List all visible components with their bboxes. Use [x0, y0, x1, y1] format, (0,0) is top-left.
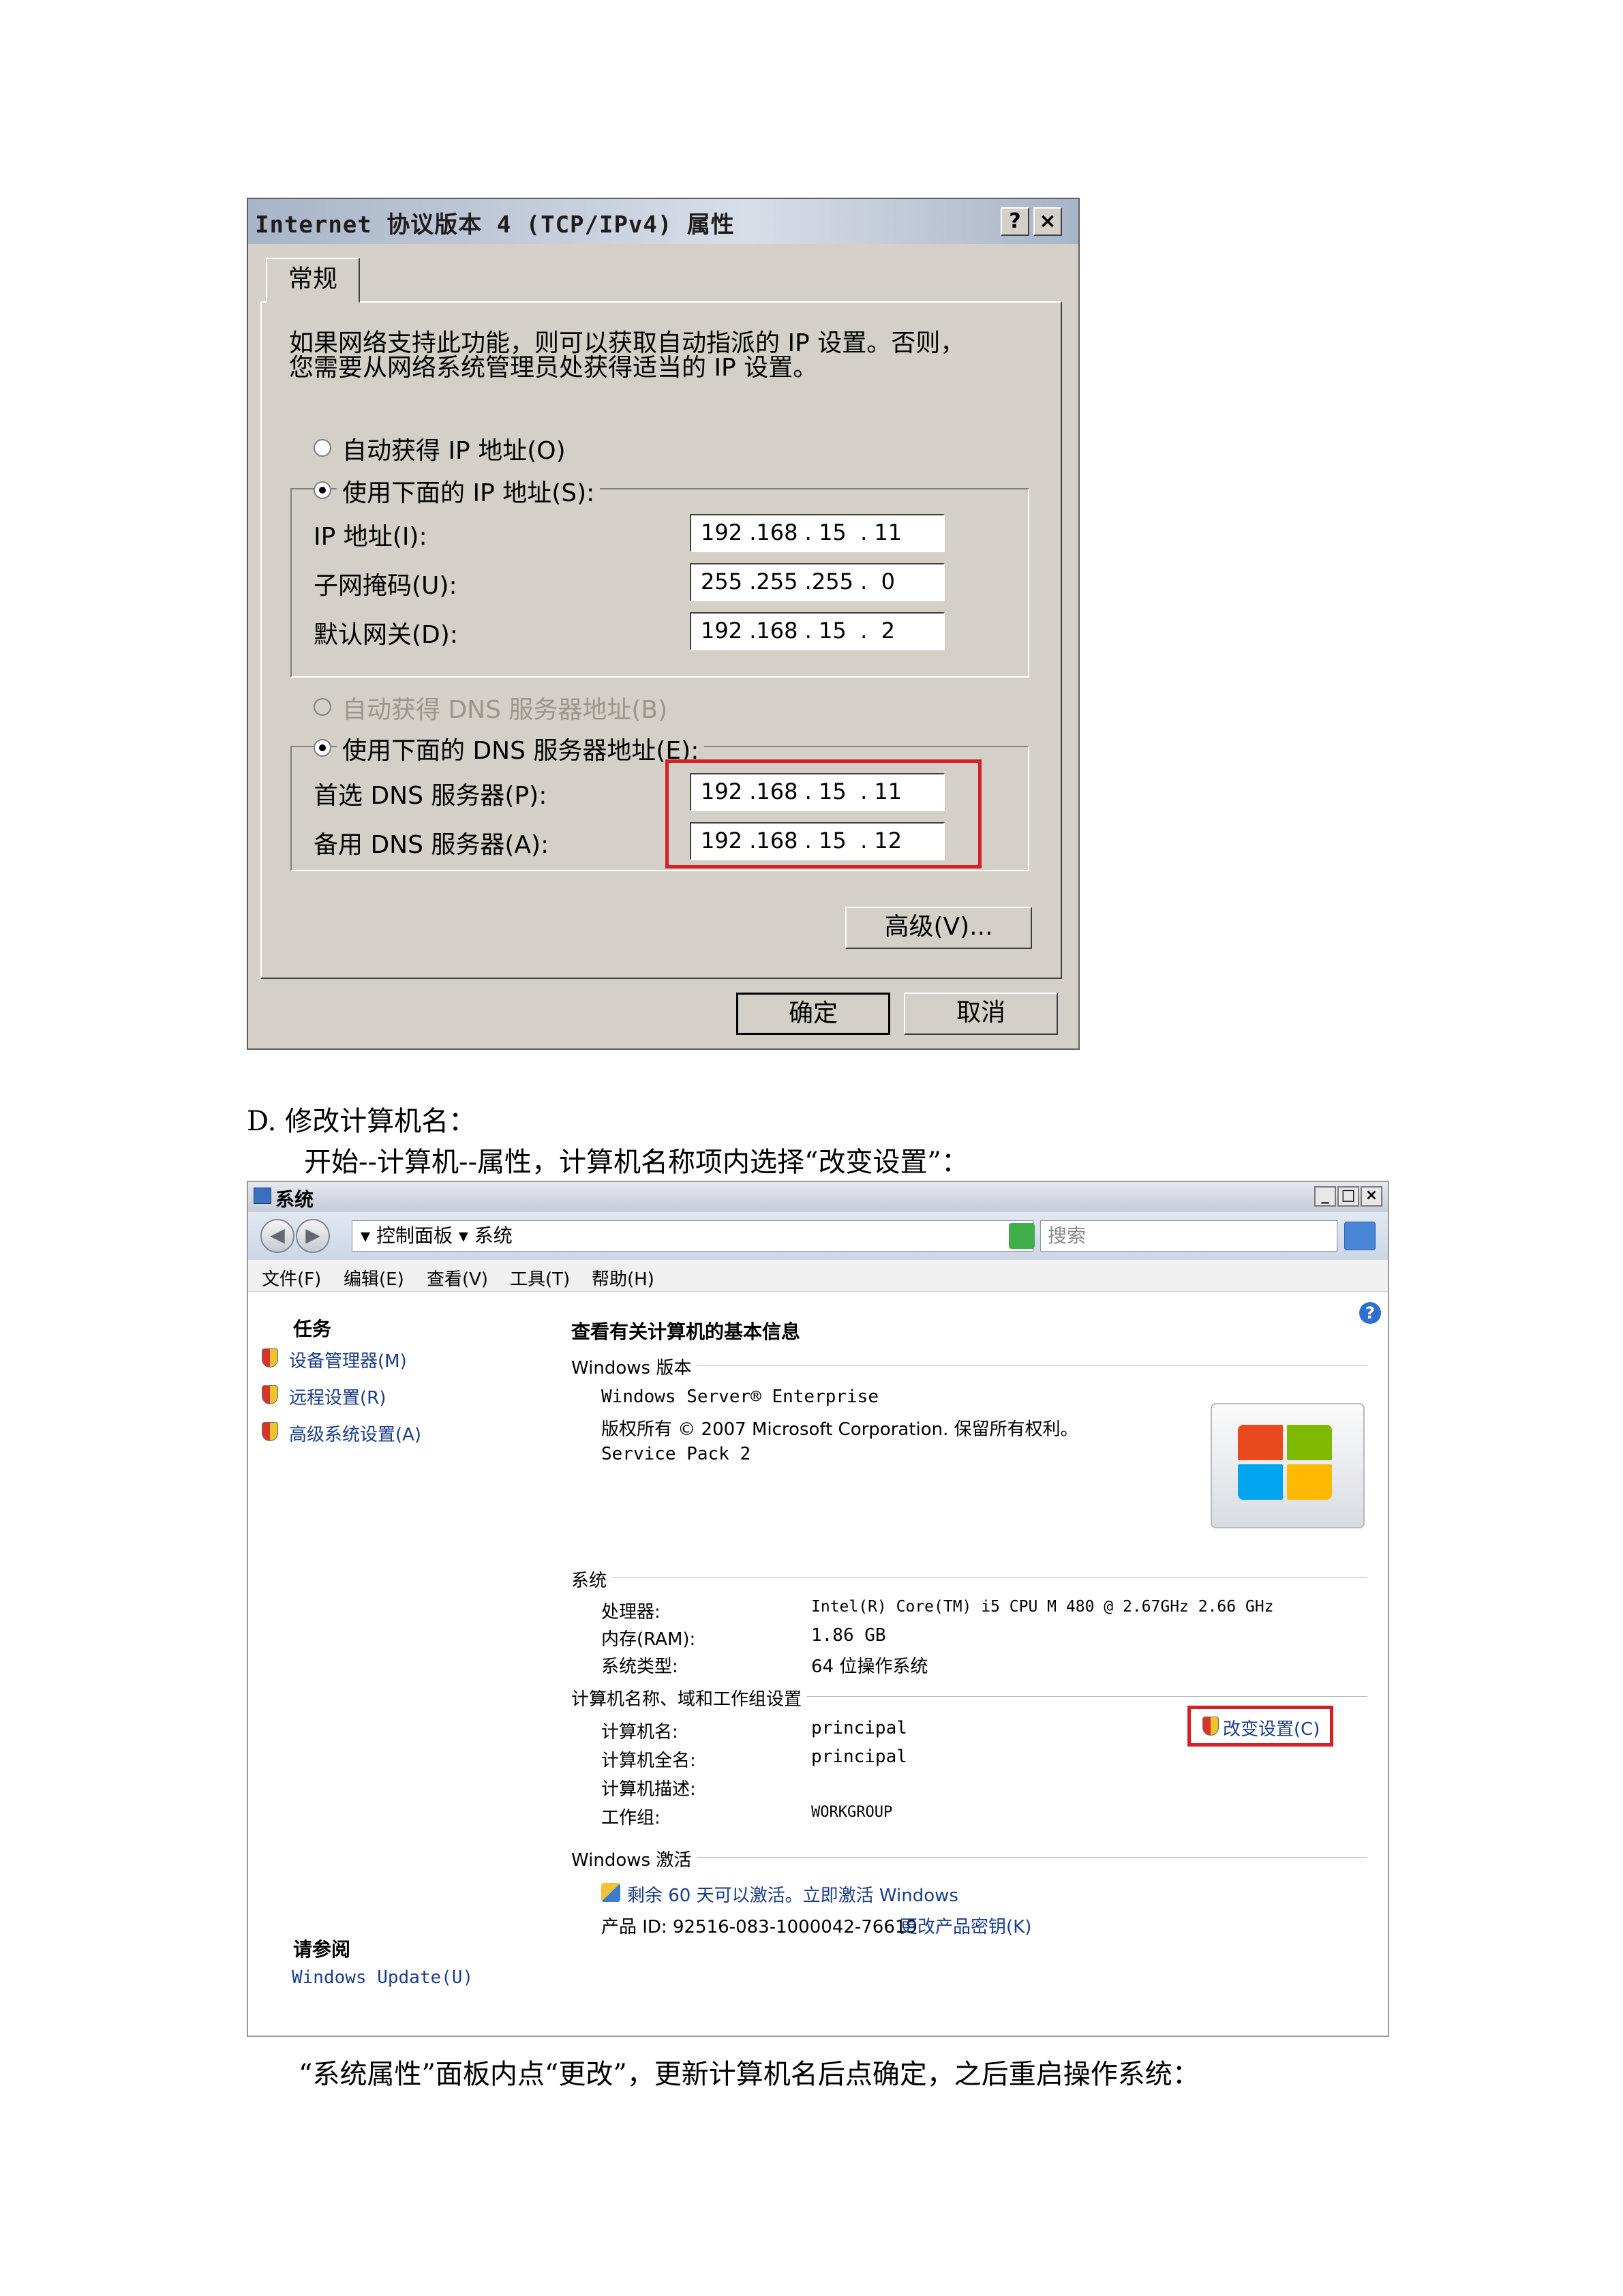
main-title: 查看有关计算机的基本信息: [571, 1320, 801, 1343]
menu-tools[interactable]: 工具(T): [510, 1265, 570, 1290]
system-separator: [571, 1577, 1367, 1578]
workgroup-value: WORKGROUP: [811, 1804, 893, 1821]
task-device-manager[interactable]: 设备管理器(M): [289, 1347, 407, 1372]
shield-icon: [1202, 1717, 1219, 1736]
memory-label: 内存(RAM):: [601, 1629, 696, 1650]
system-type-value: 64 位操作系统: [811, 1657, 928, 1677]
search-input[interactable]: 搜索: [1040, 1220, 1337, 1252]
address-bar[interactable]: ▾ 控制面板 ▾ 系统: [352, 1220, 1033, 1252]
subnet-mask-label: 子网掩码(U):: [314, 572, 457, 600]
auto-ip-label: 自动获得 IP 地址(O): [342, 437, 566, 465]
window-title: 系统: [275, 1188, 314, 1211]
service-pack: Service Pack 2: [601, 1444, 751, 1464]
refresh-icon[interactable]: [1009, 1223, 1035, 1249]
manual-ip-label: 使用下面的 IP 地址(S):: [337, 473, 601, 509]
cancel-button[interactable]: 取消: [904, 993, 1058, 1035]
dialog-title: Internet 协议版本 4 (TCP/IPv4) 属性: [255, 211, 735, 239]
close-button[interactable]: ×: [1033, 207, 1062, 236]
system-window-icon: [254, 1188, 271, 1204]
system-type-label: 系统类型:: [601, 1657, 678, 1677]
auto-ip-radio[interactable]: [314, 439, 331, 457]
menu-help[interactable]: 帮助(H): [592, 1265, 654, 1290]
system-section-title: 系统: [571, 1567, 613, 1592]
key-icon: [601, 1883, 620, 1902]
help-button[interactable]: ?: [1001, 207, 1029, 236]
manual-ip-radio[interactable]: [314, 481, 331, 499]
change-settings-link[interactable]: 改变设置(C): [1223, 1715, 1320, 1740]
activation-section-title: Windows 激活: [571, 1846, 697, 1871]
back-button[interactable]: ◀: [260, 1219, 294, 1253]
menu-bar: 文件(F) 编辑(E) 查看(V) 工具(T) 帮助(H): [248, 1260, 1388, 1292]
edition-name: Windows Server® Enterprise: [601, 1387, 879, 1407]
product-id: 产品 ID: 92516-083-1000042-76619: [601, 1917, 917, 1937]
general-tab-panel: 如果网络支持此功能，则可以获取自动指派的 IP 设置。否则， 您需要从网络系统管…: [260, 301, 1062, 979]
window-titlebar: 系统 _ □ ×: [248, 1182, 1388, 1212]
task-remote-settings[interactable]: 远程设置(R): [289, 1384, 386, 1409]
menu-edit[interactable]: 编辑(E): [344, 1265, 404, 1290]
full-name-label: 计算机全名:: [601, 1751, 696, 1771]
step-d-heading: D. 修改计算机名：: [247, 1106, 476, 1137]
workgroup-label: 工作组:: [601, 1808, 661, 1828]
ok-button[interactable]: 确定: [736, 993, 890, 1035]
activation-link[interactable]: 剩余 60 天可以激活。立即激活 Windows: [627, 1882, 958, 1907]
preferred-dns-label: 首选 DNS 服务器(P):: [314, 782, 547, 810]
address-text: ▾ 控制面板 ▾ 系统: [361, 1224, 513, 1247]
computer-name-label: 计算机名:: [601, 1722, 678, 1742]
auto-dns-label: 自动获得 DNS 服务器地址(B): [342, 696, 668, 724]
alternate-dns-label: 备用 DNS 服务器(A):: [314, 831, 549, 859]
subnet-mask-input[interactable]: 255 .255 .255 . 0: [690, 563, 945, 601]
copyright-text: 版权所有 © 2007 Microsoft Corporation. 保留所有权…: [601, 1419, 1078, 1440]
tasks-title: 任务: [293, 1318, 332, 1340]
navigation-bar: ◀ ▶ ▾ 控制面板 ▾ 系统 搜索: [248, 1212, 1388, 1260]
search-icon[interactable]: [1344, 1222, 1376, 1250]
dns-highlight-box: [665, 759, 982, 868]
processor-label: 处理器:: [601, 1602, 661, 1622]
windows-logo-icon: [1211, 1403, 1365, 1528]
ipv4-properties-dialog: Internet 协议版本 4 (TCP/IPv4) 属性 ? × 常规 如果网…: [247, 198, 1080, 1050]
help-icon[interactable]: ?: [1359, 1302, 1381, 1324]
shield-icon: [262, 1348, 278, 1368]
name-section-title: 计算机名称、域和工作组设置: [571, 1685, 808, 1710]
manual-dns-radio[interactable]: [314, 739, 331, 757]
description-line-2: 您需要从网络系统管理员处获得适当的 IP 设置。: [289, 354, 818, 382]
shield-icon: [262, 1422, 278, 1441]
task-advanced-settings[interactable]: 高级系统设置(A): [289, 1421, 421, 1446]
instruction-line: 开始--计算机--属性，计算机名称项内选择“改变设置”：: [304, 1147, 969, 1178]
shield-icon: [262, 1385, 278, 1404]
system-window: 系统 _ □ × ◀ ▶ ▾ 控制面板 ▾ 系统 搜索 文件(F) 编辑(E) …: [247, 1181, 1389, 2037]
menu-file[interactable]: 文件(F): [262, 1265, 321, 1290]
ip-address-input[interactable]: 192 .168 . 15 . 11: [690, 514, 945, 552]
windows-update-link[interactable]: Windows Update(U): [292, 1967, 473, 1988]
forward-button[interactable]: ▶: [296, 1219, 330, 1253]
tab-general[interactable]: 常规: [266, 258, 360, 303]
close-button[interactable]: ×: [1361, 1186, 1382, 1207]
edition-section-title: Windows 版本: [571, 1354, 697, 1379]
ip-address-label: IP 地址(I):: [314, 523, 427, 551]
menu-view[interactable]: 查看(V): [427, 1265, 488, 1290]
memory-value: 1.86 GB: [811, 1625, 886, 1646]
computer-name-value: principal: [811, 1718, 907, 1738]
auto-dns-radio[interactable]: [314, 698, 331, 716]
processor-value: Intel(R) Core(TM) i5 CPU M 480 @ 2.67GHz…: [811, 1598, 1274, 1616]
default-gateway-label: 默认网关(D):: [314, 621, 458, 649]
advanced-button[interactable]: 高级(V)...: [845, 907, 1032, 949]
maximize-button[interactable]: □: [1337, 1186, 1359, 1207]
dialog-titlebar: Internet 协议版本 4 (TCP/IPv4) 属性 ? ×: [248, 199, 1078, 244]
change-product-key-link[interactable]: 更改产品密钥(K): [900, 1913, 1031, 1938]
minimize-button[interactable]: _: [1314, 1186, 1336, 1207]
manual-dns-label: 使用下面的 DNS 服务器地址(E):: [337, 731, 705, 766]
description-label: 计算机描述:: [601, 1779, 696, 1800]
full-name-value: principal: [811, 1747, 907, 1767]
see-also-title: 请参阅: [293, 1938, 351, 1961]
default-gateway-input[interactable]: 192 .168 . 15 . 2: [690, 612, 945, 650]
closing-instruction: “系统属性”面板内点“更改”，更新计算机名后点确定，之后重启操作系统：: [299, 2059, 1200, 2090]
